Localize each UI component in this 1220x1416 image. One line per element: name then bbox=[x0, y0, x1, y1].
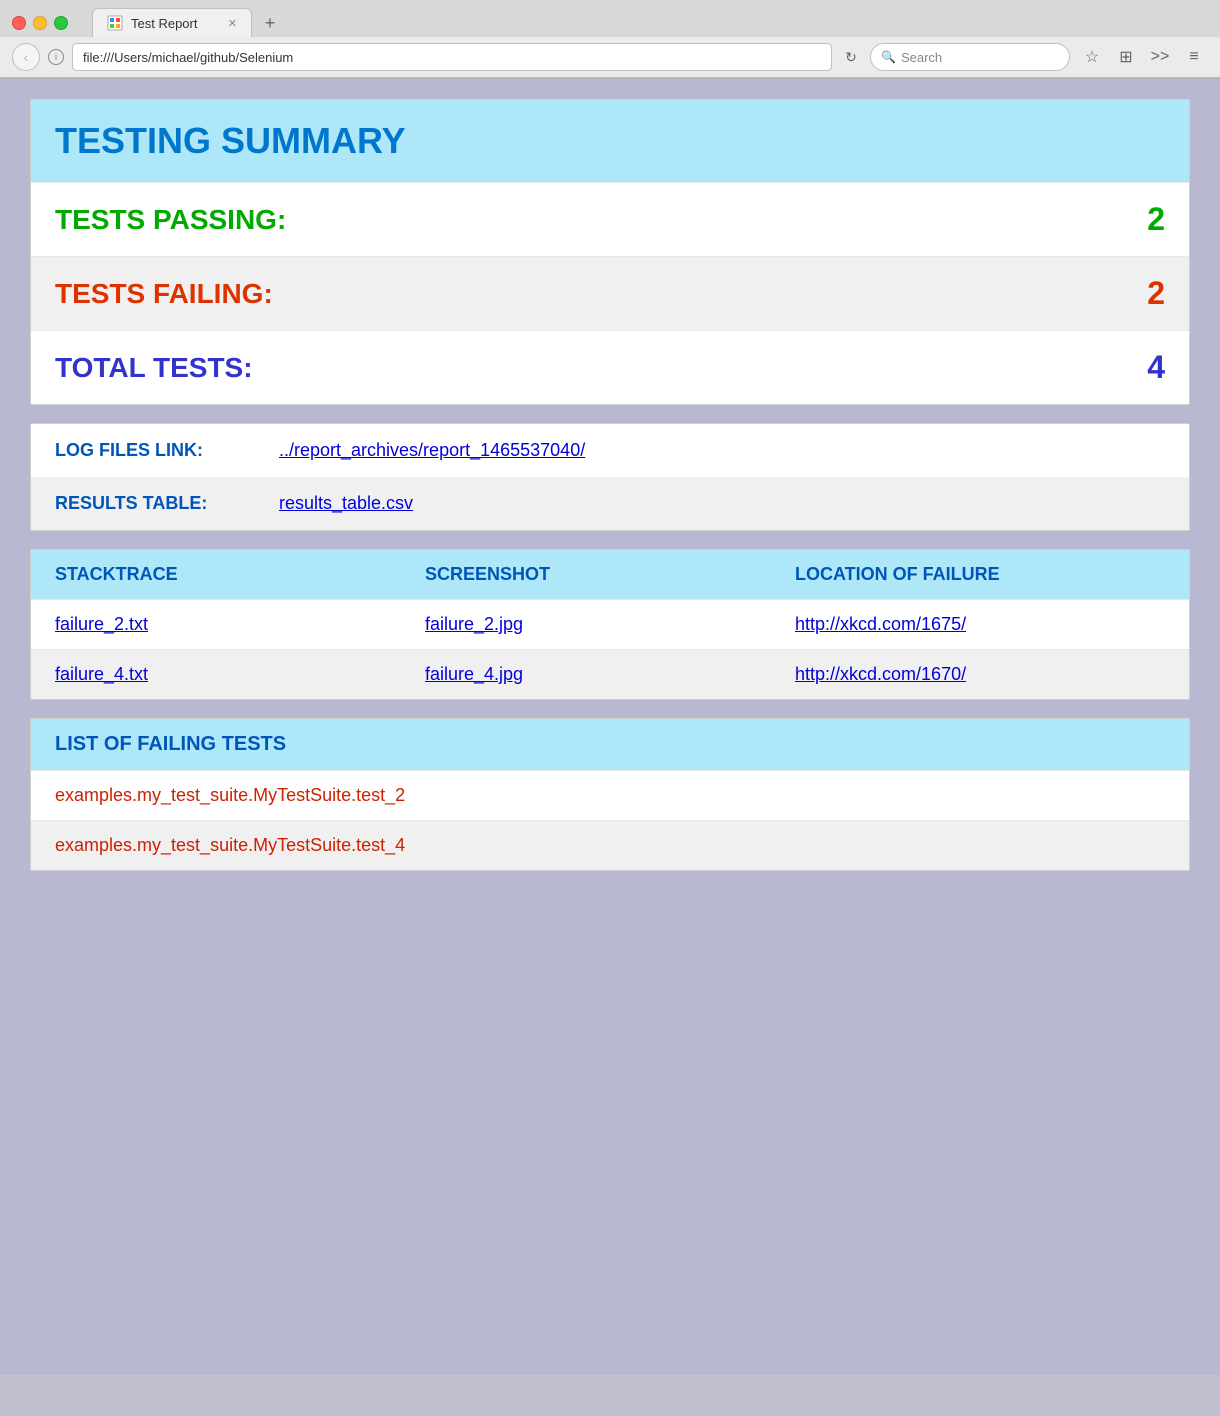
info-icon: i bbox=[55, 52, 57, 63]
summary-title: TESTING SUMMARY bbox=[55, 120, 406, 161]
nav-actions: ☆ ⊞ >> ≡ bbox=[1078, 43, 1208, 71]
info-button[interactable]: i bbox=[48, 49, 64, 65]
total-value: 4 bbox=[1147, 349, 1165, 386]
failing-value: 2 bbox=[1147, 275, 1165, 312]
location-link-2[interactable]: http://xkcd.com/1670/ bbox=[795, 664, 1165, 685]
url-bar[interactable]: file:///Users/michael/github/Selenium bbox=[72, 43, 832, 71]
close-button[interactable] bbox=[12, 16, 26, 30]
new-tab-button[interactable]: + bbox=[256, 9, 284, 37]
page-content: TESTING SUMMARY TESTS PASSING: 2 TESTS F… bbox=[0, 79, 1220, 1375]
results-label: RESULTS TABLE: bbox=[55, 493, 255, 514]
log-files-row: LOG FILES LINK: ../report_archives/repor… bbox=[31, 424, 1189, 477]
tab-icon bbox=[107, 15, 123, 31]
links-card: LOG FILES LINK: ../report_archives/repor… bbox=[30, 423, 1190, 531]
minimize-button[interactable] bbox=[33, 16, 47, 30]
total-row: TOTAL TESTS: 4 bbox=[31, 330, 1189, 404]
stacktrace-header: STACKTRACE bbox=[55, 564, 425, 585]
location-link-1[interactable]: http://xkcd.com/1675/ bbox=[795, 614, 1165, 635]
failures-card: STACKTRACE SCREENSHOT LOCATION OF FAILUR… bbox=[30, 549, 1190, 700]
extensions-icon[interactable]: >> bbox=[1146, 43, 1174, 71]
failing-list-card: LIST OF FAILING TESTS examples.my_test_s… bbox=[30, 718, 1190, 871]
total-label: TOTAL TESTS: bbox=[55, 352, 253, 384]
reader-icon[interactable]: ⊞ bbox=[1112, 43, 1140, 71]
search-bar[interactable]: 🔍 Search bbox=[870, 43, 1070, 71]
tab-close-icon[interactable]: ✕ bbox=[228, 17, 237, 30]
results-link[interactable]: results_table.csv bbox=[279, 493, 413, 514]
results-row: RESULTS TABLE: results_table.csv bbox=[31, 477, 1189, 530]
bookmark-icon[interactable]: ☆ bbox=[1078, 43, 1106, 71]
summary-card: TESTING SUMMARY TESTS PASSING: 2 TESTS F… bbox=[30, 99, 1190, 405]
search-placeholder: Search bbox=[901, 50, 942, 65]
reload-button[interactable]: ↻ bbox=[840, 46, 862, 68]
passing-row: TESTS PASSING: 2 bbox=[31, 182, 1189, 256]
passing-value: 2 bbox=[1147, 201, 1165, 238]
failing-label: TESTS FAILING: bbox=[55, 278, 273, 310]
active-tab[interactable]: Test Report ✕ bbox=[92, 8, 252, 37]
failing-test-2: examples.my_test_suite.MyTestSuite.test_… bbox=[31, 820, 1189, 870]
tab-title: Test Report bbox=[131, 16, 197, 31]
failing-list-header: LIST OF FAILING TESTS bbox=[31, 719, 1189, 770]
failures-header-row: STACKTRACE SCREENSHOT LOCATION OF FAILUR… bbox=[31, 550, 1189, 599]
reload-icon: ↻ bbox=[845, 49, 857, 66]
maximize-button[interactable] bbox=[54, 16, 68, 30]
stacktrace-link-2[interactable]: failure_4.txt bbox=[55, 664, 425, 685]
back-icon: ‹ bbox=[24, 49, 29, 65]
browser-chrome: Test Report ✕ + ‹ i file:///Users/michae… bbox=[0, 0, 1220, 79]
screenshot-header: SCREENSHOT bbox=[425, 564, 795, 585]
summary-header: TESTING SUMMARY bbox=[31, 100, 1189, 182]
failure-row-1: failure_2.txt failure_2.jpg http://xkcd.… bbox=[31, 599, 1189, 649]
screenshot-link-1[interactable]: failure_2.jpg bbox=[425, 614, 795, 635]
log-files-link[interactable]: ../report_archives/report_1465537040/ bbox=[279, 440, 585, 461]
search-icon: 🔍 bbox=[881, 50, 896, 64]
menu-icon[interactable]: ≡ bbox=[1180, 43, 1208, 71]
passing-label: TESTS PASSING: bbox=[55, 204, 286, 236]
failing-test-1: examples.my_test_suite.MyTestSuite.test_… bbox=[31, 770, 1189, 820]
back-button[interactable]: ‹ bbox=[12, 43, 40, 71]
stacktrace-link-1[interactable]: failure_2.txt bbox=[55, 614, 425, 635]
title-bar: Test Report ✕ + bbox=[0, 0, 1220, 37]
screenshot-link-2[interactable]: failure_4.jpg bbox=[425, 664, 795, 685]
failure-row-2: failure_4.txt failure_4.jpg http://xkcd.… bbox=[31, 649, 1189, 699]
tab-bar: Test Report ✕ + bbox=[92, 8, 284, 37]
traffic-lights bbox=[12, 16, 68, 30]
failing-row: TESTS FAILING: 2 bbox=[31, 256, 1189, 330]
url-text: file:///Users/michael/github/Selenium bbox=[83, 50, 293, 65]
log-files-label: LOG FILES LINK: bbox=[55, 440, 255, 461]
location-header: LOCATION OF FAILURE bbox=[795, 564, 1165, 585]
nav-bar: ‹ i file:///Users/michael/github/Seleniu… bbox=[0, 37, 1220, 78]
